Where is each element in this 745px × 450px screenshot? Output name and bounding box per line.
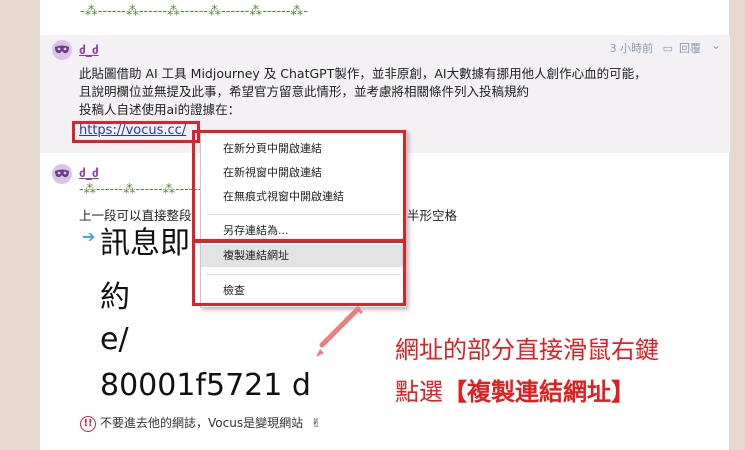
comment-footer: !! 不要進去他的網誌，Vocus是變現網站 ✌ xyxy=(80,414,321,432)
chevron-down-icon[interactable]: ⌄ xyxy=(711,38,721,52)
comment-meta: 3 小時前 ▭ 回覆 xyxy=(604,40,701,56)
comment-image-text: 約 xyxy=(100,280,130,315)
menu-highlight-box xyxy=(192,240,406,306)
comment-text-line: 投稿人自述使用ai的證據在： xyxy=(79,102,241,117)
avatar[interactable] xyxy=(52,40,72,60)
comment-text-line: 此貼圖借助 AI 工具 Midjourney 及 ChatGPT製作，並非原創，… xyxy=(79,66,647,81)
link-highlight-box xyxy=(72,121,200,143)
comment-timestamp: 3 小時前 xyxy=(609,42,654,55)
arrow-right-icon: ➔ xyxy=(82,227,96,246)
mask-icon xyxy=(55,45,69,54)
comment-text-line: 且說明欄位並無提及此事，希望官方留意此情形，並考慮將相關條件列入投稿規約 xyxy=(79,84,530,99)
comment-username[interactable]: ძ_ძ xyxy=(79,166,99,180)
comment-text-line: 半形空格 xyxy=(407,208,458,223)
annotation-line: 點選【複製連結網址】 xyxy=(395,378,635,406)
annotation-emphasis: 【複製連結網址】 xyxy=(443,378,635,406)
pencil-arrow-icon xyxy=(316,305,364,357)
comment-image-text: 80001f5721 d xyxy=(100,368,311,403)
annotation-line: 網址的部分直接滑鼠右鍵 xyxy=(395,336,659,364)
decorative-divider: -⁂------⁂------⁂------⁂------⁂------⁂- xyxy=(80,4,309,19)
page-background-right xyxy=(729,0,745,450)
menu-highlight-box xyxy=(192,130,406,242)
comment-username[interactable]: ძ_ძ xyxy=(79,43,99,57)
reply-button[interactable]: ▭ 回覆 xyxy=(663,42,701,55)
warning-icon: !! xyxy=(80,415,96,432)
avatar[interactable] xyxy=(52,164,72,184)
mask-icon xyxy=(55,169,69,178)
comment-image-text: e/ xyxy=(100,322,129,357)
hand-gesture-icon: ✌ xyxy=(311,416,322,430)
